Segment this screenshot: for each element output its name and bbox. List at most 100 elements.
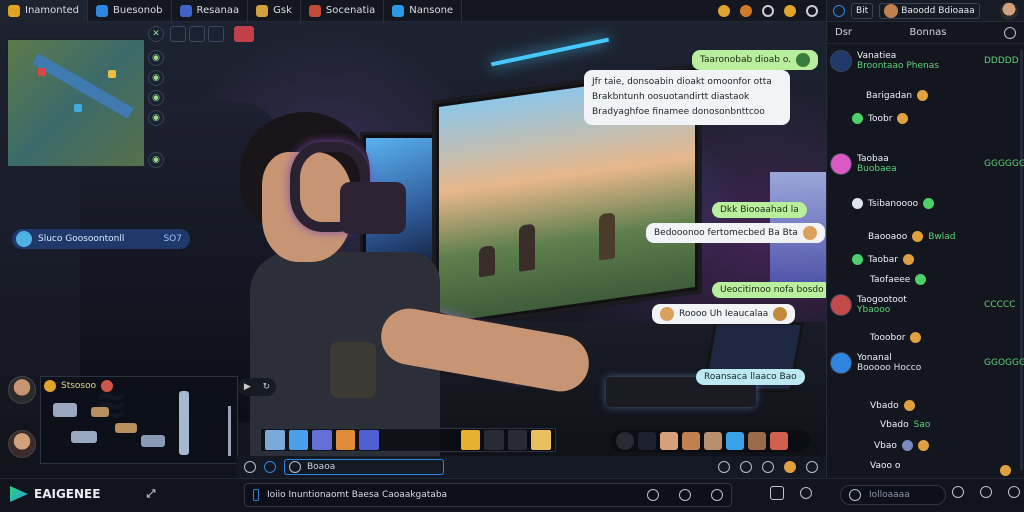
hotbar-slot[interactable] — [265, 430, 285, 450]
chat-message[interactable]: Tsibanoooo — [852, 198, 935, 209]
chat-message[interactable]: Taogootoot Ybaooo CCCCC — [830, 294, 1015, 316]
alert-pill[interactable]: Sluco Goosoontonll SO7 — [12, 229, 190, 249]
map-icon[interactable]: ◉ — [148, 110, 164, 126]
chat-message[interactable]: Vbado — [870, 400, 915, 411]
app-logo[interactable]: EAIGENEE ⤢ — [10, 486, 155, 502]
player-slot[interactable] — [616, 432, 634, 450]
chat-message[interactable]: Taobaa Buobaea GGGGGG — [830, 153, 1024, 175]
coin-icon[interactable] — [740, 5, 752, 17]
hotbar-slot[interactable] — [484, 430, 504, 450]
chat-tab[interactable]: Bit — [851, 2, 874, 19]
coin-icon[interactable] — [784, 5, 796, 17]
play-icon[interactable]: ▶ — [244, 382, 251, 392]
item-icon[interactable] — [115, 423, 137, 433]
chat-message[interactable]: Yonanal Booooo Hocco GGOGGG — [830, 352, 1024, 374]
chat-message[interactable]: Baooaoo Bwlad — [868, 231, 956, 242]
map-icon[interactable]: ◉ — [148, 90, 164, 106]
item-icon[interactable] — [179, 391, 189, 455]
chat-message[interactable]: Vbao — [874, 440, 929, 451]
player-slot[interactable] — [638, 432, 656, 450]
settings-icon[interactable] — [806, 5, 818, 17]
attach-icon[interactable] — [253, 489, 259, 501]
tab-0[interactable]: Inamonted — [0, 0, 89, 22]
screen-icon[interactable] — [770, 486, 784, 500]
minimap[interactable] — [6, 38, 146, 168]
tab-1[interactable]: Buesonob — [88, 0, 172, 22]
user-badge[interactable]: Baoodd Bdioaaa — [879, 2, 980, 19]
map-icon[interactable]: ◉ — [148, 50, 164, 66]
send-icon[interactable] — [1008, 486, 1020, 498]
expand-icon[interactable]: ⤢ — [146, 487, 155, 501]
hotbar-slot[interactable] — [507, 430, 528, 450]
chat-message[interactable]: Taobar — [852, 254, 914, 265]
chat-message[interactable]: Barigadan — [866, 90, 929, 101]
map-icon[interactable]: ◉ — [148, 70, 164, 86]
send-icon[interactable] — [711, 489, 723, 501]
player-slot[interactable] — [726, 432, 744, 450]
hotbar-slot[interactable] — [531, 430, 551, 450]
tab-label: Nansone — [409, 5, 454, 16]
player-slot[interactable] — [704, 432, 722, 450]
settings-icon[interactable] — [1004, 26, 1016, 39]
webcam-avatar[interactable] — [8, 430, 36, 458]
hotbar-slot[interactable] — [335, 430, 356, 450]
chat-header-left[interactable]: Dsr — [835, 27, 852, 38]
player-slot[interactable] — [660, 432, 678, 450]
camera-icon[interactable] — [244, 461, 256, 473]
coin-icon[interactable] — [718, 5, 730, 17]
item-icon[interactable] — [71, 431, 97, 443]
item-icon[interactable] — [141, 435, 165, 447]
chat-message[interactable]: Tooobor — [870, 332, 922, 343]
timer-icon[interactable] — [679, 489, 691, 501]
profile-avatar[interactable] — [1000, 1, 1018, 20]
chat-scrollbar[interactable] — [1020, 50, 1023, 470]
close-icon[interactable]: ✕ — [148, 26, 164, 42]
message-input[interactable]: Ioiio Inuntionaomt Baesa Caoaakgataba — [244, 483, 732, 507]
hotbar-slot[interactable] — [312, 430, 332, 450]
chat-message[interactable]: Vanatiea Broontaao Phenas DDDDD — [830, 50, 1019, 72]
settings-icon[interactable] — [806, 461, 818, 473]
item-icon[interactable] — [53, 403, 77, 417]
stream-input[interactable]: Boaoa — [284, 459, 444, 475]
hotbar-slot[interactable] — [359, 430, 379, 450]
chat-message[interactable]: Vbado Sao — [880, 420, 930, 430]
hotbar-slot[interactable] — [288, 430, 309, 450]
chat-message[interactable]: Vaoo o — [870, 461, 900, 471]
emoji-icon — [902, 254, 914, 265]
emoji-icon[interactable] — [1000, 465, 1011, 476]
ability-slot[interactable] — [189, 26, 205, 42]
player-slot[interactable] — [748, 432, 766, 450]
chat-icon[interactable] — [800, 487, 812, 499]
ability-slot[interactable] — [208, 26, 224, 42]
mic-icon[interactable] — [264, 461, 276, 473]
like-icon[interactable] — [980, 486, 992, 498]
link-icon[interactable] — [647, 489, 659, 501]
emoji-icon[interactable] — [952, 486, 964, 498]
map-icon[interactable]: ◉ — [148, 152, 164, 168]
chat-message[interactable]: Taofaeee — [870, 274, 927, 285]
player-slot[interactable] — [770, 432, 788, 450]
toggle-icon[interactable] — [762, 5, 774, 17]
avatar — [884, 3, 899, 18]
tab-5[interactable]: Nansone — [384, 0, 463, 22]
replay-icon[interactable]: ↻ — [263, 382, 271, 392]
share-icon[interactable] — [740, 461, 752, 473]
chat-title: Bonnas — [909, 27, 947, 38]
player-slot[interactable] — [682, 432, 700, 450]
info-icon[interactable] — [762, 461, 774, 473]
gift-icon[interactable] — [718, 461, 730, 473]
tab-4[interactable]: Socenatia — [301, 0, 385, 22]
chat-subtext: Buobaea — [857, 164, 897, 174]
ability-slot[interactable] — [170, 26, 186, 42]
alert-badge[interactable] — [234, 26, 254, 42]
chat-message[interactable]: Toobr — [852, 113, 909, 124]
item-icon[interactable] — [91, 407, 109, 417]
scrollbar[interactable] — [228, 406, 231, 456]
emoji-icon[interactable] — [784, 461, 796, 473]
hotbar-slot[interactable] — [460, 430, 481, 450]
tab-3[interactable]: Gsk — [248, 0, 301, 22]
tab-2[interactable]: Resanaa — [172, 0, 249, 22]
search-icon[interactable] — [833, 4, 845, 17]
webcam-avatar[interactable] — [8, 376, 36, 404]
chat-input[interactable]: Iolloaaaa — [840, 485, 946, 505]
